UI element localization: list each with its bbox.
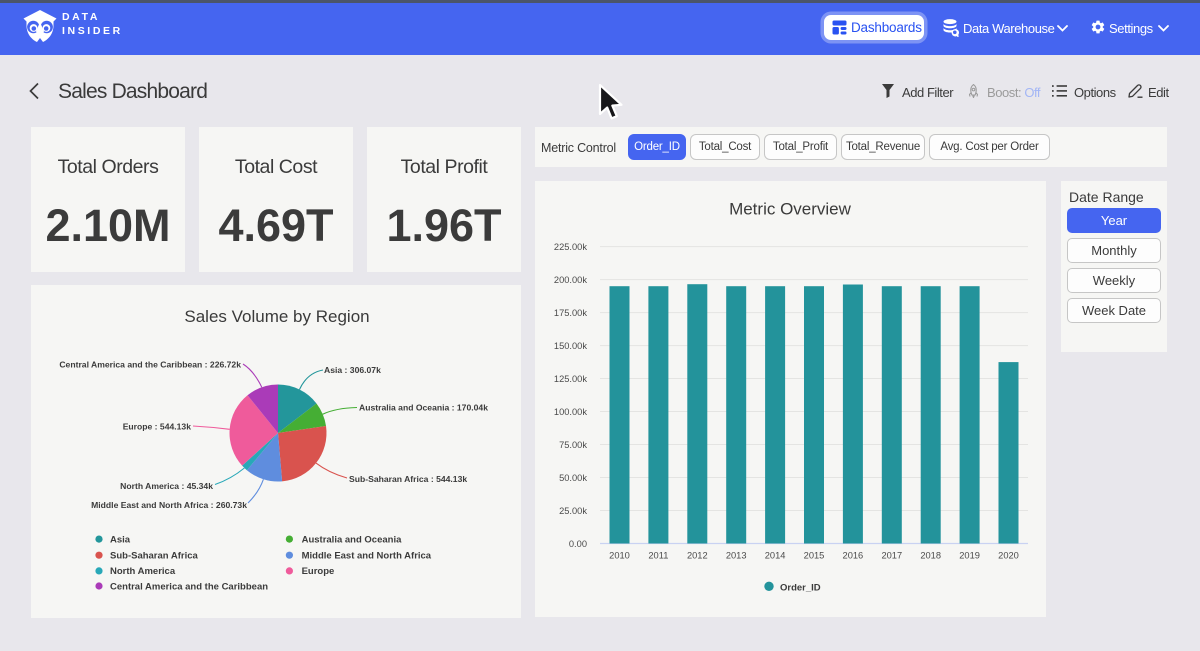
svg-text:Europe : 544.13k: Europe : 544.13k bbox=[123, 422, 192, 432]
svg-text:2011: 2011 bbox=[648, 551, 668, 561]
svg-text:Asia : 306.07k: Asia : 306.07k bbox=[324, 365, 381, 375]
svg-text:0.00: 0.00 bbox=[569, 539, 587, 549]
svg-text:200.00k: 200.00k bbox=[554, 275, 587, 285]
svg-text:Australia and Oceania : 170.04: Australia and Oceania : 170.04k bbox=[359, 403, 488, 413]
svg-text:North America : 45.34k: North America : 45.34k bbox=[120, 481, 213, 491]
svg-text:Asia: Asia bbox=[110, 534, 131, 545]
svg-text:2010: 2010 bbox=[609, 551, 630, 561]
svg-text:2018: 2018 bbox=[920, 551, 941, 561]
svg-text:75.00k: 75.00k bbox=[559, 440, 587, 450]
svg-text:Order_ID: Order_ID bbox=[780, 583, 821, 594]
svg-text:Australia and Oceania: Australia and Oceania bbox=[302, 534, 403, 545]
svg-text:2016: 2016 bbox=[843, 551, 864, 561]
svg-text:2020: 2020 bbox=[998, 551, 1019, 561]
svg-text:Europe: Europe bbox=[302, 566, 335, 577]
svg-text:175.00k: 175.00k bbox=[554, 308, 587, 318]
svg-text:150.00k: 150.00k bbox=[554, 341, 587, 351]
svg-text:2017: 2017 bbox=[881, 551, 902, 561]
svg-text:2014: 2014 bbox=[765, 551, 786, 561]
svg-text:2012: 2012 bbox=[687, 551, 708, 561]
svg-text:Central America and the Caribb: Central America and the Caribbean bbox=[110, 581, 268, 592]
svg-text:2019: 2019 bbox=[959, 551, 980, 561]
svg-text:North America: North America bbox=[110, 566, 176, 577]
svg-text:Middle East and North Africa :: Middle East and North Africa : 260.73k bbox=[91, 500, 247, 510]
svg-text:100.00k: 100.00k bbox=[554, 407, 587, 417]
svg-text:Sub-Saharan Africa : 544.13k: Sub-Saharan Africa : 544.13k bbox=[349, 474, 467, 484]
svg-text:Sub-Saharan Africa: Sub-Saharan Africa bbox=[110, 551, 199, 562]
svg-text:225.00k: 225.00k bbox=[554, 242, 587, 252]
svg-text:Sales Volume by Region: Sales Volume by Region bbox=[184, 307, 369, 326]
svg-text:2013: 2013 bbox=[726, 551, 747, 561]
svg-text:2015: 2015 bbox=[804, 551, 825, 561]
svg-text:125.00k: 125.00k bbox=[554, 374, 587, 384]
svg-text:Middle East and North Africa: Middle East and North Africa bbox=[302, 551, 432, 562]
svg-text:Metric Overview: Metric Overview bbox=[729, 200, 852, 219]
svg-text:25.00k: 25.00k bbox=[559, 506, 587, 516]
svg-text:Central America and the Caribb: Central America and the Caribbean : 226.… bbox=[59, 360, 241, 370]
svg-text:50.00k: 50.00k bbox=[559, 473, 587, 483]
